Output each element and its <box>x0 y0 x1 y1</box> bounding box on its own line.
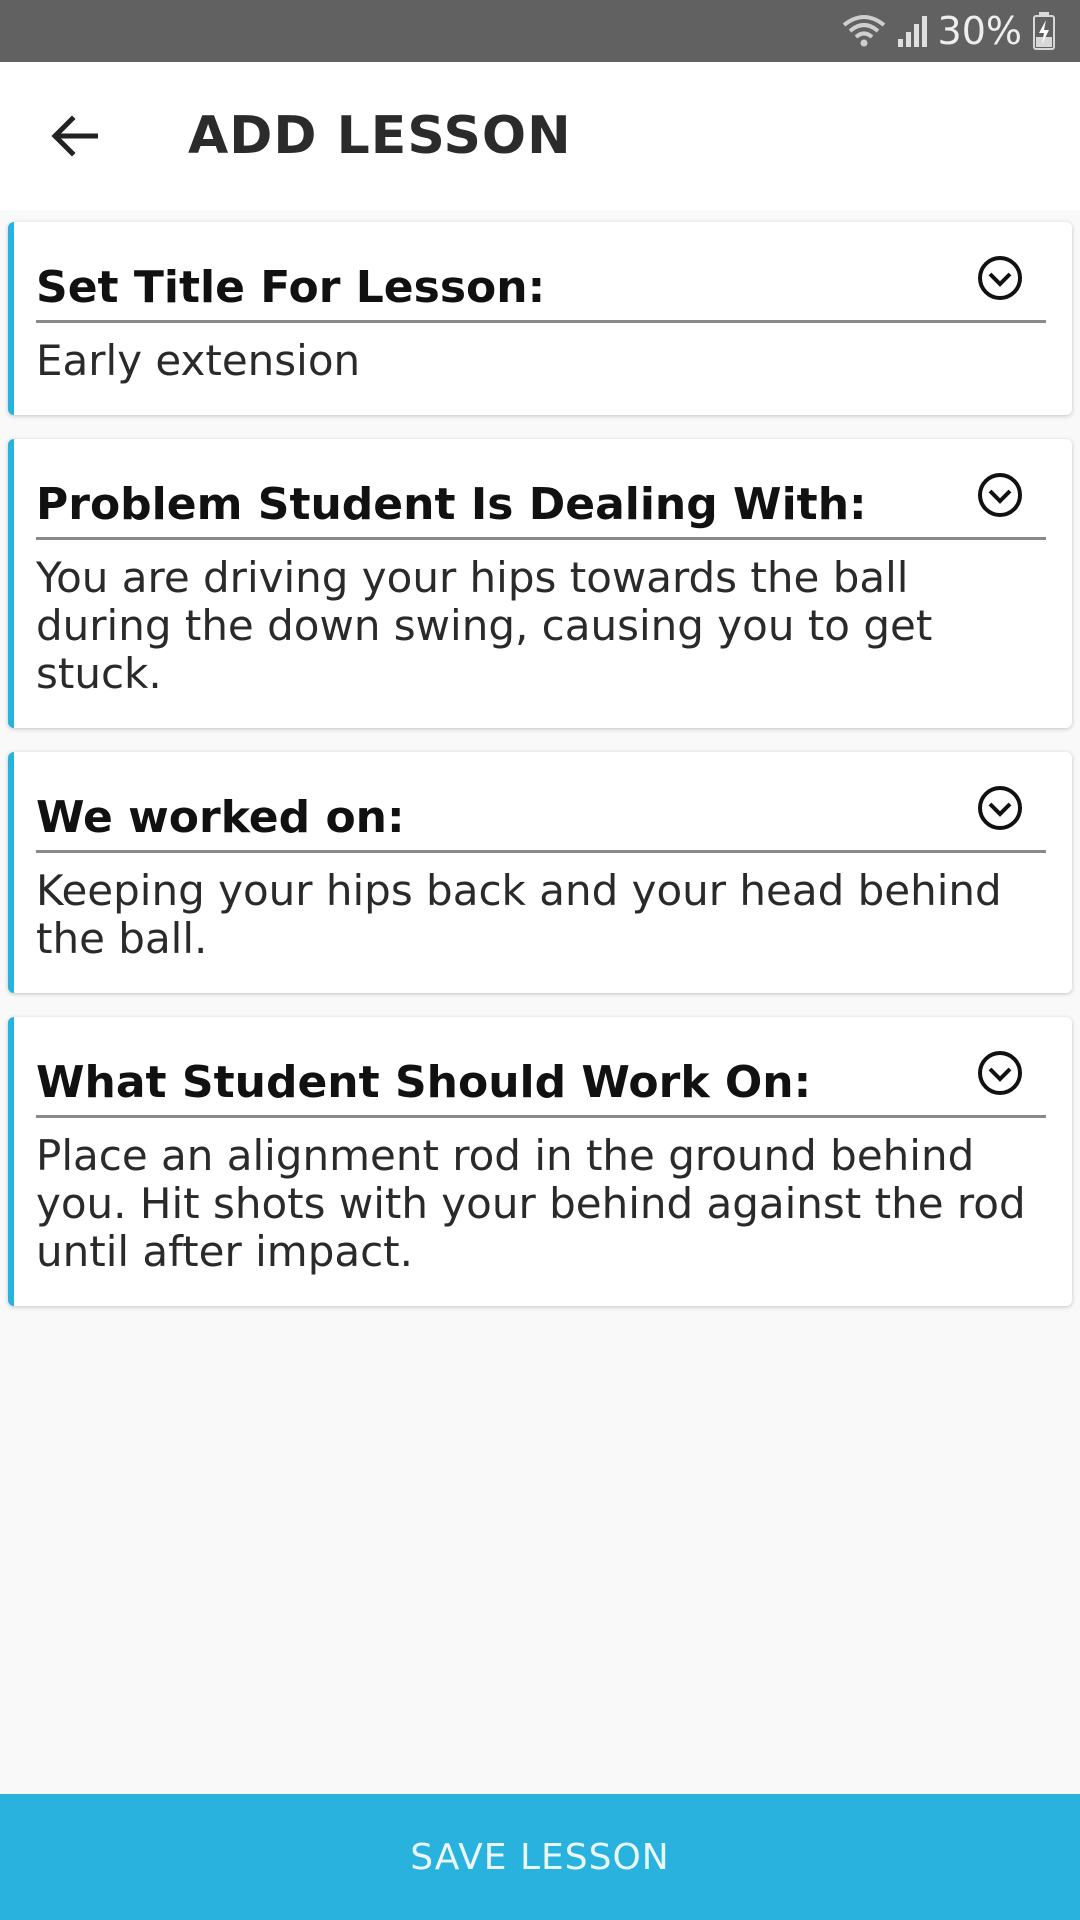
card-value[interactable]: Keeping your hips back and your head beh… <box>36 867 1046 963</box>
battery-percentage: 30% <box>937 9 1022 53</box>
back-button[interactable] <box>0 62 148 210</box>
arrow-left-icon <box>51 115 98 157</box>
chevron-down-circle-icon[interactable] <box>976 471 1024 519</box>
problem-card[interactable]: Problem Student Is Dealing With: You are… <box>8 439 1072 728</box>
card-value[interactable]: You are driving your hips towards the ba… <box>36 554 1046 698</box>
lesson-title-card[interactable]: Set Title For Lesson: Early extension <box>8 222 1072 415</box>
card-heading: Problem Student Is Dealing With: <box>36 479 867 530</box>
card-heading: Set Title For Lesson: <box>36 262 546 313</box>
page-title: ADD LESSON <box>188 106 572 166</box>
homework-card[interactable]: What Student Should Work On: Place an al… <box>8 1017 1072 1306</box>
wifi-icon <box>842 15 885 47</box>
card-header: We worked on: <box>36 786 1046 853</box>
worked-on-card[interactable]: We worked on: Keeping your hips back and… <box>8 752 1072 993</box>
card-header: Set Title For Lesson: <box>36 256 1046 323</box>
app-bar: ADD LESSON <box>0 62 1080 210</box>
chevron-down-circle-icon[interactable] <box>976 254 1024 302</box>
card-header: Problem Student Is Dealing With: <box>36 473 1046 540</box>
battery-charging-icon <box>1033 12 1055 50</box>
signal-icon <box>897 16 927 47</box>
card-heading: What Student Should Work On: <box>36 1057 812 1108</box>
chevron-down-circle-icon[interactable] <box>976 784 1024 832</box>
chevron-down-circle-icon[interactable] <box>976 1049 1024 1097</box>
card-header: What Student Should Work On: <box>36 1051 1046 1118</box>
card-heading: We worked on: <box>36 792 405 843</box>
card-value[interactable]: Place an alignment rod in the ground beh… <box>36 1132 1046 1276</box>
lesson-form: Set Title For Lesson: Early extension Pr… <box>0 222 1080 1330</box>
card-value[interactable]: Early extension <box>36 337 1046 385</box>
status-bar: 30% <box>0 0 1080 62</box>
save-lesson-button[interactable]: SAVE LESSON <box>0 1794 1080 1920</box>
